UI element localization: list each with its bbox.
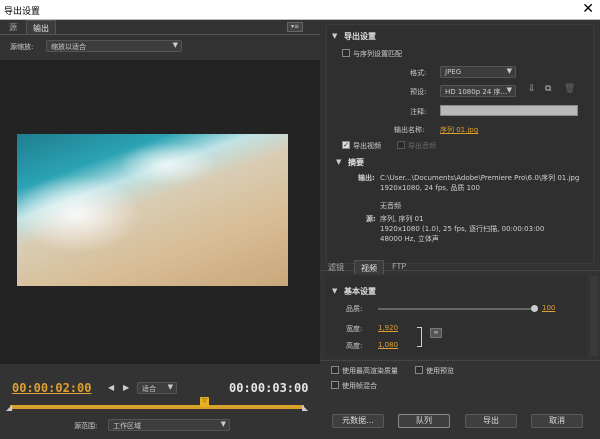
export-settings-header: 导出设置	[344, 32, 376, 41]
preview-image-waves	[17, 134, 288, 286]
source-scale-label: 源缩放:	[10, 43, 34, 51]
format-select[interactable]: JPEG ▼	[440, 66, 516, 78]
fit-select[interactable]: 适合 ▼	[137, 382, 177, 394]
window-title: 导出设置	[4, 7, 41, 17]
chevron-down-icon: ▼	[506, 67, 512, 75]
height-value[interactable]: 1,080	[378, 341, 398, 349]
end-timecode: 00:00:03:00	[229, 381, 309, 395]
collapse-summary-icon[interactable]: ▼	[336, 158, 341, 166]
out-point-icon[interactable]: ◣	[302, 403, 308, 412]
cancel-button[interactable]: 取消	[531, 414, 583, 428]
quality-value[interactable]: 100	[542, 304, 555, 312]
collapse-basic-icon[interactable]: ▼	[332, 287, 337, 295]
chevron-down-icon: ▼	[506, 86, 512, 94]
export-video-checkbox[interactable]: ✓	[342, 141, 350, 149]
tab-filters[interactable]: 滤镜	[322, 260, 350, 274]
source-range-select[interactable]: 工作区域 ▼	[108, 419, 230, 431]
aspect-bracket	[417, 327, 422, 347]
width-value[interactable]: 1,920	[378, 324, 398, 332]
title-bar: 导出设置 ✕	[0, 0, 600, 20]
chevron-down-icon: ▼	[220, 420, 226, 428]
save-preset-icon[interactable]: ⇩	[528, 84, 536, 94]
step-back-icon[interactable]: ◀	[108, 383, 114, 392]
in-point-icon[interactable]: ◢	[6, 403, 12, 412]
source-range-label: 源范围:	[74, 422, 98, 430]
frame-blend-label: 使用帧混合	[342, 382, 377, 390]
options-divider	[320, 360, 600, 361]
output-name-label: 输出名称:	[394, 126, 425, 134]
source-scale-select[interactable]: 缩放以适合 ▼	[46, 40, 182, 52]
metadata-button[interactable]: 元数据...	[332, 414, 384, 428]
tab-ftp[interactable]: FTP	[386, 260, 412, 274]
source-line-3: 48000 Hz, 立体声	[380, 235, 439, 243]
format-value: JPEG	[445, 68, 462, 76]
tab-output[interactable]: 输出	[26, 20, 56, 34]
chevron-down-icon: ▼	[172, 41, 178, 49]
basic-settings-header: 基本设置	[344, 287, 376, 296]
delete-preset-icon[interactable]: 🗑	[564, 84, 575, 94]
import-preset-icon[interactable]: ⧉	[545, 84, 551, 94]
fit-value: 适合	[142, 385, 156, 393]
right-panel: ▼ 导出设置 与序列设置匹配 格式: JPEG ▼ 预设: HD 1080p 24…	[320, 20, 600, 439]
timeline-track[interactable]	[10, 405, 304, 409]
scrollbar[interactable]	[590, 276, 598, 356]
quality-slider[interactable]	[378, 305, 538, 312]
timeline-range	[10, 405, 304, 409]
tab-divider	[0, 34, 320, 35]
chevron-down-icon: ▼	[167, 383, 173, 391]
export-video-label: 导出视频	[353, 142, 381, 150]
tab-source[interactable]: 源	[3, 20, 23, 34]
output-key: 输出:	[358, 174, 375, 182]
max-render-label: 使用最高渲染质量	[342, 367, 398, 375]
source-scale-value: 缩放以适合	[51, 43, 86, 51]
use-preview-label: 使用预览	[426, 367, 454, 375]
playhead[interactable]: ▽	[200, 397, 210, 407]
current-timecode[interactable]: 00:00:02:00	[12, 381, 91, 395]
max-render-checkbox[interactable]	[331, 366, 339, 374]
collapse-export-settings-icon[interactable]: ▼	[332, 32, 337, 40]
step-forward-icon[interactable]: ▶	[123, 383, 129, 392]
output-name-link[interactable]: 序列 01.jpg	[440, 125, 478, 135]
export-audio-label: 导出音频	[408, 142, 436, 150]
format-label: 格式:	[410, 69, 427, 77]
export-button[interactable]: 导出	[465, 414, 517, 428]
tab-video[interactable]: 视频	[354, 260, 384, 274]
source-range-value: 工作区域	[113, 422, 141, 430]
match-sequence-label: 与序列设置匹配	[353, 50, 402, 58]
width-label: 宽度:	[346, 325, 363, 333]
queue-button[interactable]: 队列	[398, 414, 450, 428]
match-sequence-checkbox[interactable]	[342, 49, 350, 57]
use-preview-checkbox[interactable]	[415, 366, 423, 374]
summary-header: 摘要	[348, 158, 364, 167]
link-icon[interactable]: ∞	[430, 328, 442, 338]
source-key: 源:	[366, 215, 376, 223]
output-path: C:\User...\Documents\Adobe\Premiere Pro\…	[380, 174, 580, 182]
panel-menu-icon[interactable]: ▾≡	[287, 22, 303, 32]
preset-select[interactable]: HD 1080p 24 序... ▼	[440, 85, 516, 97]
export-audio-checkbox[interactable]	[397, 141, 405, 149]
source-line-2: 1920x1080 (1.0), 25 fps, 逐行扫描, 00:00:03:…	[380, 225, 545, 233]
quality-label: 品质:	[346, 305, 363, 313]
height-label: 高度:	[346, 342, 363, 350]
output-spec: 1920x1080, 24 fps, 品质 100	[380, 184, 480, 192]
comments-input[interactable]	[440, 105, 578, 116]
quality-slider-thumb[interactable]	[531, 305, 538, 312]
close-icon[interactable]: ✕	[582, 1, 594, 17]
preset-label: 预设:	[410, 88, 427, 96]
preset-value: HD 1080p 24 序...	[445, 88, 508, 96]
no-audio: 无音频	[380, 202, 401, 210]
frame-blend-checkbox[interactable]	[331, 381, 339, 389]
comments-label: 注释:	[410, 108, 427, 116]
source-line-1: 序列, 序列 01	[380, 215, 424, 223]
